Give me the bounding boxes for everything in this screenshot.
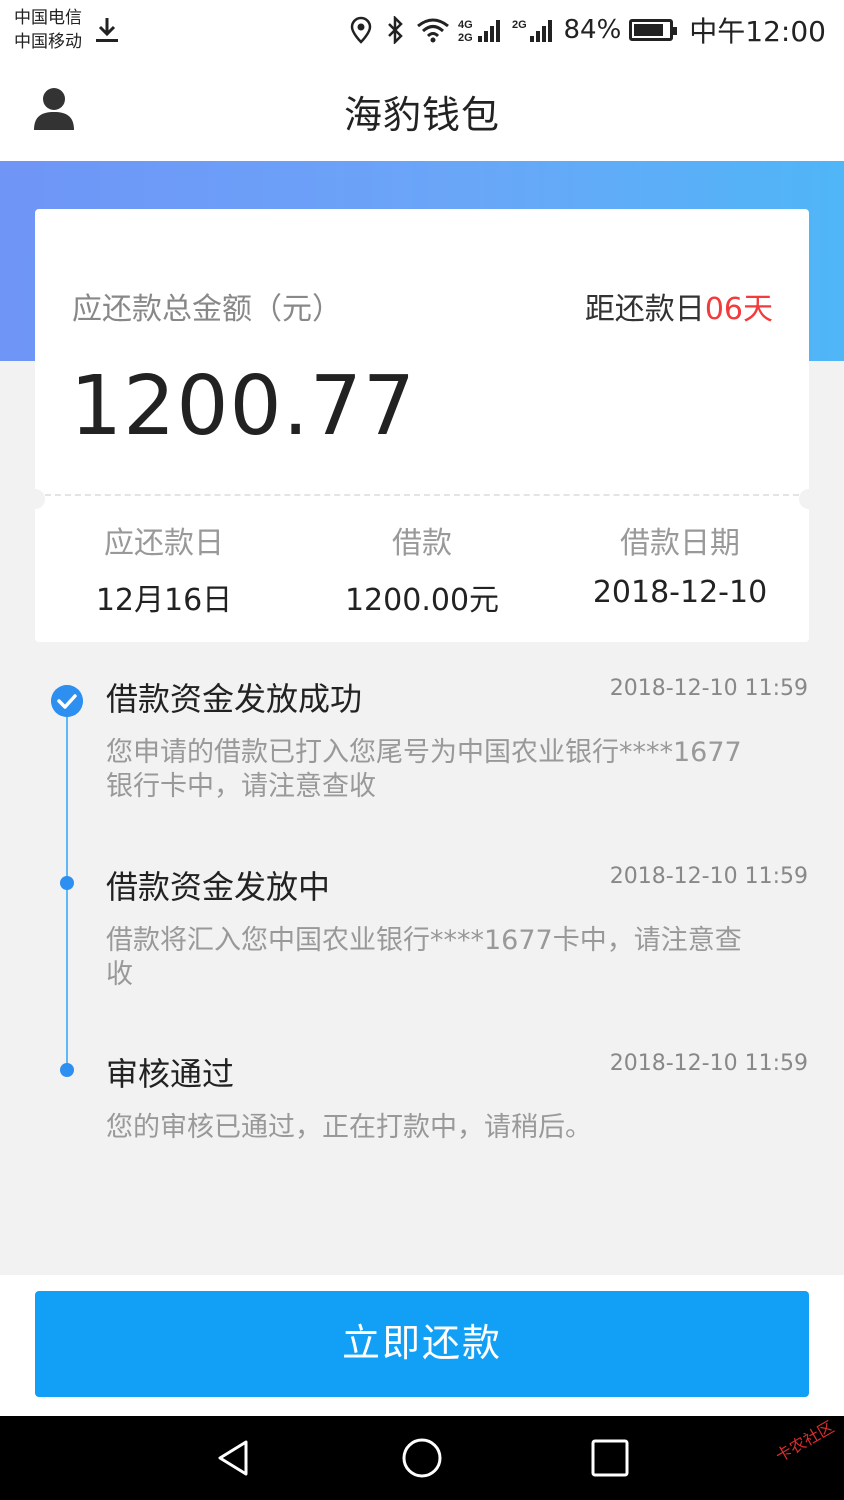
download-icon	[96, 18, 118, 42]
battery-percent: 84%	[563, 15, 622, 45]
card-divider	[45, 494, 799, 496]
bluetooth-icon	[387, 16, 403, 44]
due-date-label: 应还款日	[104, 526, 224, 561]
due-prefix: 距还款日	[584, 292, 705, 327]
svg-text:4G: 4G	[458, 19, 473, 31]
timeline-time: 2018-12-10 11:59	[609, 864, 808, 889]
total-amount-label: 应还款总金额（元）	[72, 292, 342, 327]
status-bar: 中国电信 中国移动 4G 2G 2G 84% 中午12:00	[0, 0, 844, 60]
timeline-title: 审核通过	[106, 1055, 235, 1093]
svg-text:2G: 2G	[458, 32, 473, 44]
location-icon	[350, 16, 371, 44]
loan-progress-timeline: 借款资金发放成功 2018-12-10 11:59 您申请的借款已打入您尾号为中…	[0, 660, 844, 1220]
loan-date-col: 借款日期 2018-12-10	[551, 521, 809, 619]
card-notch-right	[799, 489, 819, 509]
loan-amount-value: 1200.00元	[344, 583, 500, 618]
timeline-time: 2018-12-10 11:59	[609, 1051, 808, 1076]
back-icon[interactable]	[212, 1436, 256, 1480]
status-icons: 4G 2G 2G 84% 中午12:00	[348, 10, 826, 50]
loan-date-label: 借款日期	[620, 526, 740, 561]
signal-4g-icon: 4G 2G	[458, 19, 500, 44]
clock: 中午12:00	[689, 15, 826, 48]
page-title: 海豹钱包	[343, 93, 500, 137]
repayment-summary-card: 应还款总金额（元） 距还款日06天 1200.77 应还款日 12月16日 借款…	[25, 209, 819, 642]
timeline-time: 2018-12-10 11:59	[609, 676, 808, 701]
timeline-desc: 您的审核已通过，正在打款中，请稍后。	[106, 1112, 592, 1143]
watermark: 卡农社区	[772, 1417, 838, 1466]
recents-icon[interactable]	[588, 1436, 632, 1480]
timeline-title: 借款资金发放成功	[106, 680, 363, 718]
due-days: 06天	[704, 292, 773, 327]
app-header: 海豹钱包	[0, 60, 844, 161]
system-nav-bar: 卡农社区	[0, 1416, 844, 1500]
check-circle-icon	[51, 685, 83, 717]
card-notch-left	[25, 489, 45, 509]
wifi-icon	[416, 18, 449, 43]
timeline-desc: 借款将汇入您中国农业银行****1677卡中，请注意查收	[106, 925, 742, 990]
due-date-value: 12月16日	[95, 583, 233, 618]
timeline-dot	[60, 876, 74, 890]
bottom-action-bar: 立即还款	[0, 1275, 844, 1416]
due-date-col: 应还款日 12月16日	[35, 521, 293, 619]
svg-text:2G: 2G	[512, 19, 527, 31]
total-amount: 1200.77	[70, 359, 417, 454]
loan-amount-label: 借款	[392, 526, 452, 561]
signal-2g-icon: 2G	[512, 19, 552, 42]
home-icon[interactable]	[400, 1436, 444, 1480]
carrier-2: 中国移动	[14, 32, 82, 52]
timeline-title: 借款资金发放中	[106, 868, 331, 906]
timeline-dot	[60, 1063, 74, 1077]
loan-date-value: 2018-12-10	[592, 575, 768, 610]
loan-info-row: 应还款日 12月16日 借款 1200.00元 借款日期 2018-12-10	[35, 521, 809, 619]
battery-fill	[634, 24, 663, 36]
carrier-1: 中国电信	[14, 8, 82, 28]
repay-now-button[interactable]: 立即还款	[35, 1291, 809, 1397]
battery-icon	[629, 19, 678, 41]
timeline-desc: 您申请的借款已打入您尾号为中国农业银行****1677银行卡中，请注意查收	[106, 737, 742, 802]
days-until-due: 距还款日06天	[585, 284, 773, 328]
loan-amount-col: 借款 1200.00元	[293, 521, 551, 619]
carrier-names: 中国电信 中国移动	[14, 6, 82, 54]
